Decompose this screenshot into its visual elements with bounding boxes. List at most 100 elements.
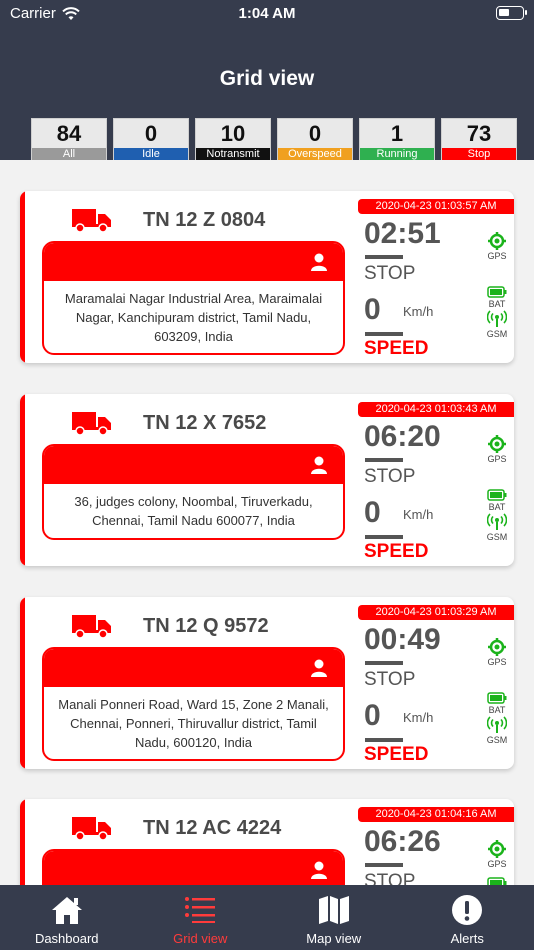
- driver-header: [44, 649, 343, 687]
- truck-icon: [72, 412, 111, 436]
- battery-status-icon: [487, 692, 507, 704]
- tab-alerts[interactable]: Alerts: [401, 885, 534, 950]
- user-icon[interactable]: [311, 456, 327, 474]
- gsm-indicator: GSM: [485, 310, 509, 339]
- filter-label: Running: [360, 148, 434, 160]
- battery-indicator: [485, 877, 509, 885]
- speed-label: SPEED: [364, 541, 429, 562]
- truck-icon: [72, 209, 111, 233]
- vehicle-status: STOP: [364, 466, 416, 487]
- vehicle-plate: TN 12 Q 9572: [143, 615, 269, 637]
- truck-icon: [72, 615, 111, 639]
- filter-count: 10: [220, 121, 246, 146]
- card-status-stripe: [20, 394, 25, 566]
- filter-all[interactable]: 84 All: [31, 118, 107, 160]
- filter-notransmit[interactable]: 10 Notransmit: [195, 118, 271, 160]
- speed-label: SPEED: [364, 744, 429, 765]
- tab-dashboard[interactable]: Dashboard: [0, 885, 134, 950]
- bat-label: BAT: [488, 705, 506, 715]
- tab-label: Dashboard: [34, 931, 99, 946]
- vehicle-plate: TN 12 X 7652: [143, 412, 267, 434]
- list-icon: [185, 897, 216, 923]
- battery-status-icon: [487, 489, 507, 501]
- speed-value: 0: [364, 496, 381, 529]
- vehicle-address: Manali Ponneri Road, Ward 15, Zone 2 Man…: [58, 697, 329, 750]
- battery-status-icon: [487, 286, 507, 298]
- speed-unit: Km/h: [403, 304, 434, 319]
- filter-overspeed[interactable]: 0 Overspeed: [277, 118, 353, 160]
- card-status-stripe: [20, 799, 25, 885]
- gsm-label: GSM: [486, 735, 508, 745]
- speed-label: SPEED: [364, 338, 429, 359]
- stop-duration: 02:51: [364, 217, 441, 250]
- vehicle-plate: TN 12 AC 4224: [143, 817, 282, 839]
- bat-label: BAT: [488, 299, 506, 309]
- gsm-indicator: GSM: [485, 513, 509, 542]
- filter-label: Idle: [114, 148, 188, 160]
- divider: [365, 863, 403, 867]
- filter-stop[interactable]: 73 Stop: [441, 118, 517, 160]
- clock: 1:04 AM: [238, 5, 296, 22]
- driver-header: [44, 446, 343, 484]
- divider: [365, 535, 403, 539]
- divider: [365, 255, 403, 259]
- driver-address-box: Maramalai Nagar Industrial Area, Maraima…: [42, 241, 345, 355]
- divider: [365, 661, 403, 665]
- divider: [365, 738, 403, 742]
- filter-label: Overspeed: [278, 148, 352, 160]
- tab-label: Grid view: [173, 931, 228, 946]
- gps-indicator: GPS: [485, 638, 509, 667]
- battery-indicator: BAT: [485, 286, 509, 309]
- stop-duration: 00:49: [364, 623, 441, 656]
- vehicle-card[interactable]: TN 12 Z 0804 Maramalai Nagar Industrial …: [20, 191, 514, 363]
- filter-count: 1: [390, 121, 404, 146]
- vehicle-status: STOP: [364, 669, 416, 690]
- speed-unit: Km/h: [403, 710, 434, 725]
- truck-icon: [72, 817, 111, 841]
- gps-label: GPS: [487, 251, 507, 261]
- driver-header: [44, 851, 343, 885]
- vehicle-card[interactable]: TN 12 AC 4224 2020-04-23 01:04:16 AM 06:…: [20, 799, 514, 885]
- filter-count: 73: [466, 121, 492, 146]
- battery-icon: [496, 6, 527, 20]
- gsm-signal-icon: [487, 513, 507, 530]
- page-title: Grid view: [219, 67, 315, 90]
- gsm-label: GSM: [486, 532, 508, 542]
- filter-count: 84: [56, 121, 82, 146]
- gsm-signal-icon: [487, 310, 507, 327]
- gsm-label: GSM: [486, 329, 508, 339]
- user-icon[interactable]: [311, 253, 327, 271]
- gps-label: GPS: [487, 454, 507, 464]
- tab-grid-view[interactable]: Grid view: [134, 885, 268, 950]
- tab-map-view[interactable]: Map view: [267, 885, 401, 950]
- divider: [365, 332, 403, 336]
- vehicle-address: 36, judges colony, Noombal, Tiruverkadu,…: [74, 494, 313, 528]
- battery-indicator: BAT: [485, 692, 509, 715]
- vehicle-list[interactable]: TN 12 Z 0804 Maramalai Nagar Industrial …: [0, 160, 534, 885]
- gps-icon: [488, 840, 506, 858]
- user-icon[interactable]: [311, 861, 327, 879]
- status-filter-bar: 84 All 0 Idle 10 Notransmit 0 Overspeed …: [31, 118, 517, 160]
- divider: [365, 458, 403, 462]
- gps-icon: [488, 435, 506, 453]
- card-status-stripe: [20, 597, 25, 769]
- vehicle-card[interactable]: TN 12 X 7652 36, judges colony, Noombal,…: [20, 394, 514, 566]
- speed-value: 0: [364, 293, 381, 326]
- driver-address-box: 36, judges colony, Noombal, Tiruverkadu,…: [42, 444, 345, 540]
- gps-indicator: GPS: [485, 435, 509, 464]
- user-icon[interactable]: [311, 659, 327, 677]
- filter-idle[interactable]: 0 Idle: [113, 118, 189, 160]
- filter-running[interactable]: 1 Running: [359, 118, 435, 160]
- speed-value: 0: [364, 699, 381, 732]
- stop-duration: 06:26: [364, 825, 441, 858]
- map-icon: [318, 896, 349, 924]
- filter-label: Stop: [442, 148, 516, 160]
- vehicle-address: Maramalai Nagar Industrial Area, Maraima…: [64, 291, 323, 344]
- gps-label: GPS: [487, 657, 507, 667]
- last-update-timestamp: 2020-04-23 01:04:16 AM: [358, 807, 514, 822]
- alert-icon: [452, 895, 483, 925]
- speed-unit: Km/h: [403, 507, 434, 522]
- vehicle-card[interactable]: TN 12 Q 9572 Manali Ponneri Road, Ward 1…: [20, 597, 514, 769]
- gps-icon: [488, 638, 506, 656]
- tab-label: Map view: [306, 931, 362, 946]
